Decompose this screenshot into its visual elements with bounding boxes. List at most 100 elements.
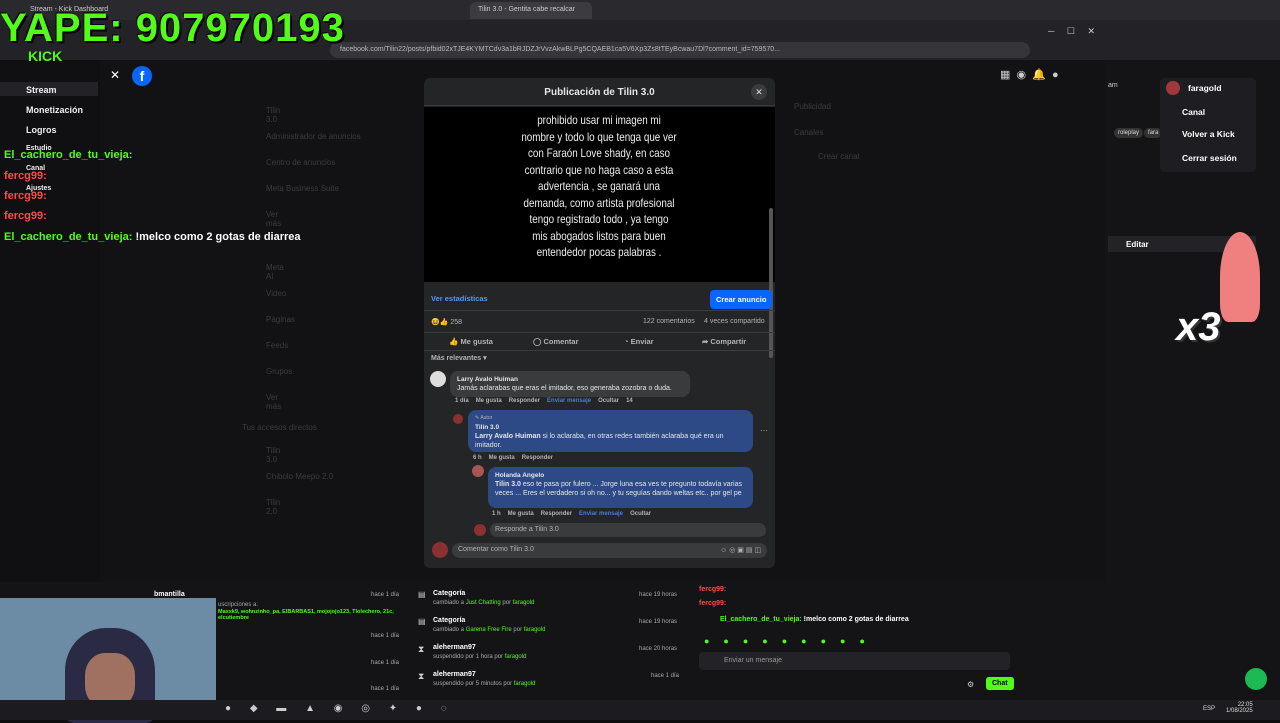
view-stats-link[interactable]: Ver estadísticas xyxy=(431,294,488,303)
author-badge-label: Autor xyxy=(480,415,493,421)
fb-sidebar-item[interactable]: Video xyxy=(266,289,286,298)
chat-input[interactable]: Enviar un mensaje xyxy=(699,652,1010,670)
more-options-icon[interactable]: ⋯ xyxy=(760,426,768,435)
chat-placeholder: Enviar un mensaje xyxy=(724,657,782,664)
comment-reply[interactable]: Responder xyxy=(509,398,540,404)
gear-icon[interactable]: ⚙ xyxy=(967,680,974,689)
taskbar-clock[interactable]: 22:05 1/08/2025 xyxy=(1226,702,1253,714)
event-title[interactable]: aleherman97 xyxy=(433,644,476,651)
taskbar-lang[interactable]: ESP xyxy=(1203,706,1215,712)
comment-reply[interactable]: Responder xyxy=(541,511,572,517)
event-title[interactable]: aleherman97 xyxy=(433,671,476,678)
comment-button[interactable]: ◯ Comentar xyxy=(533,337,579,346)
taskbar xyxy=(0,700,1280,720)
comment-like[interactable]: Me gusta xyxy=(476,398,502,404)
comment-text: Jamás aclarabas que eras el imitador, es… xyxy=(457,385,672,392)
send-button[interactable]: ◔ Enviar xyxy=(624,337,654,346)
avatar[interactable] xyxy=(472,465,484,477)
right-icon-strip[interactable] xyxy=(1256,140,1274,330)
fb-sidebar-item[interactable]: Feeds xyxy=(266,341,288,350)
fb-sidebar-item[interactable]: Meta Business Suite xyxy=(266,184,386,193)
emote-bar[interactable]: ●●●●●●●●● xyxy=(704,636,1010,648)
comment-label: Comentar xyxy=(543,337,579,346)
fb-shortcut-item[interactable]: Tilin 3.0 xyxy=(266,446,280,464)
category-icon: ▤ xyxy=(418,617,426,626)
fb-sidebar-item[interactable]: Ver más xyxy=(266,210,281,228)
event-time: hace 19 horas xyxy=(639,619,678,625)
facebook-logo-icon[interactable]: f xyxy=(132,66,152,86)
event-time: hace 1 día xyxy=(651,673,680,679)
comment-message[interactable]: Enviar mensaje xyxy=(547,398,591,404)
comment-hide[interactable]: Ocultar xyxy=(598,398,619,404)
tab-facebook-post[interactable]: Tilin 3.0 - Gentita cabe recalcar xyxy=(470,2,592,19)
modal-scrollbar[interactable] xyxy=(769,208,773,358)
comment-author[interactable]: Tilin 3.0 xyxy=(475,423,746,432)
modal-close-icon[interactable]: ✕ xyxy=(751,84,767,100)
chat-user[interactable]: fercg99: xyxy=(699,586,726,593)
taskbar-app-icons[interactable]: ● ◆ ▬ ▲ ◉ ◎ ✦ ● ◌ xyxy=(225,703,455,714)
sort-dropdown[interactable]: Más relevantes ▾ xyxy=(431,354,487,362)
fb-sidebar-item[interactable]: Meta AI xyxy=(266,263,284,281)
divider xyxy=(424,310,775,311)
kick-nav-monetization[interactable]: Monetización xyxy=(26,105,83,115)
support-chat-icon[interactable] xyxy=(1245,668,1267,690)
comment-reactions[interactable]: 14 xyxy=(626,398,633,404)
fb-shortcut-item[interactable]: Chibolo Meepo 2.0 xyxy=(266,472,386,481)
chat-user[interactable]: fercg99: xyxy=(699,600,726,607)
address-bar[interactable]: facebook.com/Tilin22/posts/pfbid02xTJE4K… xyxy=(330,42,1030,58)
fb-top-icons[interactable]: ▦ ◉ 🔔 ● xyxy=(1000,68,1090,82)
avatar[interactable] xyxy=(430,371,446,387)
event-by: faragold xyxy=(512,600,535,606)
kick-nav-stream[interactable]: Stream xyxy=(26,85,57,95)
mention[interactable]: Larry Avalo Huiman xyxy=(475,433,541,440)
fb-sidebar-item[interactable]: Centro de anuncios xyxy=(266,158,386,167)
fb-sidebar-item[interactable]: Administrador de anuncios xyxy=(266,132,386,141)
close-icon[interactable]: ✕ xyxy=(110,68,124,82)
comment-time: 1 h xyxy=(492,511,501,517)
subs-label: uscripciones a: xyxy=(218,602,259,608)
menu-username[interactable]: faragold xyxy=(1188,83,1222,93)
avatar[interactable] xyxy=(453,414,463,424)
menu-item-channel[interactable]: Canal xyxy=(1182,107,1205,117)
comment-like[interactable]: Me gusta xyxy=(508,511,534,517)
create-ad-button[interactable]: Crear anuncio xyxy=(710,290,773,309)
emoji-sticker-icons[interactable]: ☺ ◎ ▣ ▤ ◫ xyxy=(720,546,761,554)
shares-count[interactable]: 4 veces compartido xyxy=(704,318,765,325)
author-comment-bubble: ✎ Autor Tilin 3.0 Larry Avalo Huiman si … xyxy=(468,410,753,452)
event-time: hace 20 horas xyxy=(639,646,678,652)
bottom-user[interactable]: bmantilla xyxy=(154,591,185,598)
post-modal: Publicación de Tilin 3.0 ✕ prohibido usa… xyxy=(424,78,775,568)
reactions-count[interactable]: 😆👍 258 xyxy=(431,318,462,326)
chat-user: El_cachero_de_tu_vieja: xyxy=(4,231,133,243)
comment-hide[interactable]: Ocultar xyxy=(630,511,651,517)
event-time: hace 19 horas xyxy=(639,592,678,598)
reply-input[interactable]: Responde a Tilin 3.0 xyxy=(490,523,766,537)
menu-item-back-to-kick[interactable]: Volver a Kick xyxy=(1182,129,1235,139)
comment-reply[interactable]: Responder xyxy=(522,455,553,461)
fb-create-channel[interactable]: Crear canal xyxy=(818,152,859,161)
comments-count[interactable]: 122 comentarios xyxy=(643,318,695,325)
tag-chip[interactable]: roleplay xyxy=(1114,128,1144,138)
like-button[interactable]: 👍 Me gusta xyxy=(449,337,493,346)
fb-sidebar-item[interactable]: Tilin 3.0 xyxy=(266,106,280,124)
reaction-icons: 😆👍 xyxy=(431,319,449,326)
share-button[interactable]: ➦ Compartir xyxy=(702,337,746,346)
window-controls[interactable]: ─ ☐ ✕ xyxy=(1048,26,1095,37)
comment-author[interactable]: Larry Avalo Huiman xyxy=(457,375,683,384)
avatar[interactable] xyxy=(1166,81,1180,95)
event-time: hace 1 día xyxy=(371,660,400,666)
like-label: Me gusta xyxy=(460,337,493,346)
comment-like[interactable]: Me gusta xyxy=(489,455,515,461)
fb-shortcut-item[interactable]: Tilin 2.0 xyxy=(266,498,280,516)
comment-author[interactable]: Holanda Angelo xyxy=(495,471,746,480)
comment-message[interactable]: Enviar mensaje xyxy=(579,511,623,517)
kick-nav-achievements[interactable]: Logros xyxy=(26,125,57,135)
chat-user[interactable]: El_cachero_de_tu_vieja: xyxy=(720,616,802,623)
fb-sidebar-item[interactable]: Grupos xyxy=(266,367,292,376)
chat-send-button[interactable]: Chat xyxy=(986,677,1014,690)
comment-input[interactable]: Comentar como Tilin 3.0 ☺ ◎ ▣ ▤ ◫ xyxy=(452,543,767,558)
fb-sidebar-item[interactable]: Páginas xyxy=(266,315,295,324)
fb-sidebar-item[interactable]: Ver más xyxy=(266,393,281,411)
menu-item-logout[interactable]: Cerrar sesión xyxy=(1182,153,1237,163)
mention[interactable]: Tilin 3.0 xyxy=(495,481,521,488)
